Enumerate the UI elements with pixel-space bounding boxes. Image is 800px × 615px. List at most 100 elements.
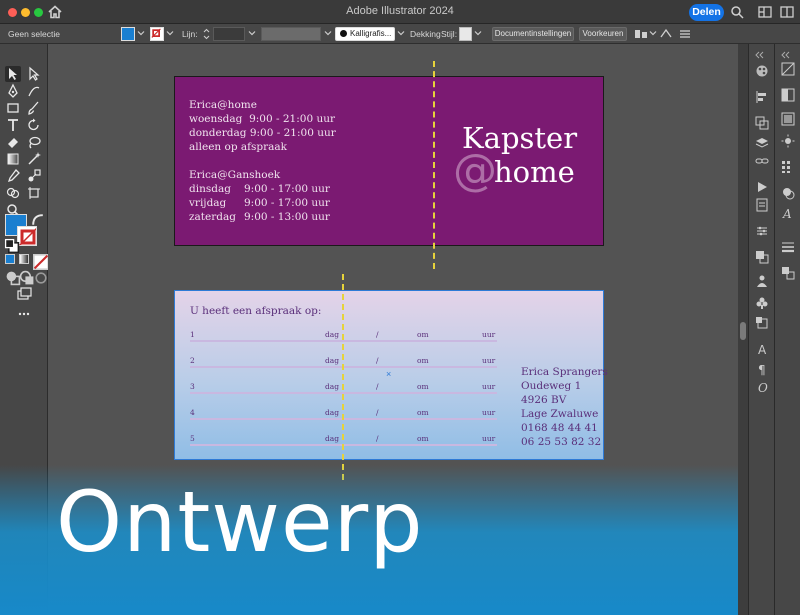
draw-normal-icon[interactable] bbox=[5, 270, 21, 286]
document-settings-button[interactable]: Documentinstellingen bbox=[492, 27, 574, 41]
curvature-tool-icon[interactable] bbox=[26, 83, 42, 99]
transparency-panel-icon[interactable] bbox=[781, 266, 795, 280]
eyedropper-tool-icon[interactable] bbox=[5, 168, 21, 184]
day-label: dag bbox=[325, 356, 340, 365]
hours-row: zaterdag 9:00 - 13:00 uur bbox=[189, 210, 336, 224]
stroke-weight-stepper[interactable] bbox=[202, 27, 211, 41]
graphic-styles-icon[interactable] bbox=[781, 186, 795, 200]
paragraph-panel-icon[interactable]: ¶ bbox=[755, 362, 769, 377]
brushes-panel-icon[interactable] bbox=[781, 160, 795, 174]
fold-guide-back[interactable] bbox=[342, 274, 344, 480]
chevron-down-icon[interactable] bbox=[166, 29, 174, 37]
gradient-panel-icon[interactable] bbox=[781, 112, 795, 126]
more-tools-icon[interactable] bbox=[16, 306, 32, 322]
rectangle-tool-icon[interactable] bbox=[5, 100, 21, 116]
date-separator: / bbox=[376, 382, 379, 391]
date-separator: / bbox=[376, 434, 379, 443]
svg-text:A: A bbox=[782, 207, 792, 220]
links-panel-icon[interactable] bbox=[755, 154, 769, 168]
character-panel-icon[interactable]: A bbox=[755, 342, 769, 357]
actions-panel-icon[interactable] bbox=[755, 180, 769, 194]
layers-panel-icon[interactable] bbox=[755, 136, 769, 150]
time-label: om bbox=[417, 330, 429, 339]
image-trace-icon[interactable] bbox=[781, 62, 795, 76]
time-label: 9:00 - 13:00 uur bbox=[244, 211, 330, 223]
artboard-appointment-card[interactable]: U heeft een afspraak op: 1 dag / om uur … bbox=[174, 290, 608, 460]
rotate-tool-icon[interactable] bbox=[26, 117, 42, 133]
appointment-heading: U heeft een afspraak op: bbox=[190, 305, 322, 317]
selection-tool-icon[interactable] bbox=[5, 66, 21, 82]
color-panel-icon[interactable] bbox=[755, 64, 769, 78]
screen-mode-icon[interactable] bbox=[16, 286, 32, 302]
chevron-down-icon[interactable] bbox=[474, 29, 482, 37]
swatches-panel-icon[interactable] bbox=[781, 88, 795, 102]
collapse-panels-icon[interactable] bbox=[755, 46, 769, 59]
share-button[interactable]: Delen bbox=[689, 4, 724, 21]
brush-definition-dropdown[interactable]: Kalligrafis... bbox=[335, 27, 395, 41]
row-number: 2 bbox=[190, 356, 195, 365]
gradient-tool-icon[interactable] bbox=[5, 151, 21, 167]
symbols-panel-icon[interactable] bbox=[755, 296, 769, 310]
gradient-mode-icon[interactable] bbox=[19, 254, 29, 264]
type-tool-icon[interactable] bbox=[5, 117, 21, 133]
magic-wand-tool-icon[interactable] bbox=[26, 151, 42, 167]
pathfinder-panel-icon[interactable] bbox=[755, 250, 769, 264]
time-label: om bbox=[417, 382, 429, 391]
draw-inside-icon[interactable] bbox=[33, 270, 47, 284]
day-label: vrijdag bbox=[189, 197, 227, 209]
chevron-down-icon[interactable] bbox=[649, 29, 657, 37]
search-icon[interactable] bbox=[730, 5, 744, 19]
blend-tool-icon[interactable] bbox=[26, 168, 42, 184]
stroke-weight-input[interactable] bbox=[213, 27, 245, 41]
time-label: om bbox=[417, 434, 429, 443]
variable-width-profile[interactable] bbox=[261, 27, 321, 41]
direct-selection-tool-icon[interactable] bbox=[26, 66, 42, 82]
chevron-down-icon[interactable] bbox=[397, 29, 405, 37]
lasso-tool-icon[interactable] bbox=[26, 134, 42, 150]
chevron-down-icon[interactable] bbox=[137, 29, 145, 37]
draw-behind-icon[interactable] bbox=[19, 270, 34, 285]
panel-dock-right: A bbox=[774, 44, 800, 615]
chevron-down-icon[interactable] bbox=[248, 29, 256, 37]
puppet-warp-icon[interactable] bbox=[755, 274, 769, 288]
eraser-tool-icon[interactable] bbox=[5, 134, 21, 150]
paintbrush-tool-icon[interactable] bbox=[26, 100, 42, 116]
address-line: Oudeweg 1 bbox=[521, 380, 582, 392]
align-panel-icon[interactable] bbox=[755, 90, 769, 104]
fill-color-swatch[interactable] bbox=[121, 27, 135, 41]
opacity-link[interactable]: Dekking bbox=[410, 29, 441, 39]
scrollbar-thumb[interactable] bbox=[740, 322, 746, 340]
day-label: donderdag bbox=[189, 127, 247, 139]
appearance-panel-icon[interactable] bbox=[781, 134, 795, 148]
vertical-scrollbar[interactable] bbox=[738, 44, 748, 615]
none-mode-icon[interactable] bbox=[33, 254, 49, 270]
stroke-panel-icon[interactable] bbox=[781, 240, 795, 254]
control-menu-icon[interactable] bbox=[678, 27, 692, 41]
glyphs-panel-icon[interactable]: A bbox=[781, 206, 795, 221]
artboard-business-card-front[interactable]: Erica@home woensdag 9:00 - 21:00 uur don… bbox=[174, 76, 604, 246]
arrange-documents-icon[interactable] bbox=[780, 5, 794, 19]
swap-fill-stroke-icon[interactable] bbox=[30, 212, 43, 225]
transform-icon[interactable] bbox=[660, 27, 672, 41]
graphic-style-swatch[interactable] bbox=[459, 27, 472, 41]
time-label: 9:00 - 17:00 uur bbox=[244, 197, 330, 209]
align-icon[interactable] bbox=[634, 27, 648, 41]
opentype-panel-icon[interactable]: O bbox=[755, 380, 769, 395]
preferences-button[interactable]: Voorkeuren bbox=[579, 27, 627, 41]
brand-name-line1: Kapster bbox=[462, 121, 578, 155]
collapse-panels-icon[interactable] bbox=[781, 46, 795, 59]
properties-panel-icon[interactable] bbox=[755, 224, 769, 238]
stroke-swatch[interactable] bbox=[17, 226, 37, 246]
workspace-icon[interactable] bbox=[758, 5, 772, 19]
stroke-color-swatch[interactable] bbox=[150, 27, 164, 41]
pen-tool-icon[interactable] bbox=[5, 83, 21, 99]
chevron-down-icon[interactable] bbox=[324, 29, 332, 37]
artboard-tool-icon[interactable] bbox=[26, 185, 42, 201]
shape-builder-tool-icon[interactable] bbox=[5, 185, 21, 201]
document-info-icon[interactable] bbox=[755, 198, 769, 212]
default-colors-icon[interactable] bbox=[4, 238, 20, 254]
transform-panel-icon[interactable] bbox=[755, 116, 769, 130]
fold-guide-front[interactable] bbox=[433, 61, 435, 269]
artboards-panel-icon[interactable] bbox=[755, 316, 769, 330]
color-mode-icon[interactable] bbox=[5, 254, 15, 264]
